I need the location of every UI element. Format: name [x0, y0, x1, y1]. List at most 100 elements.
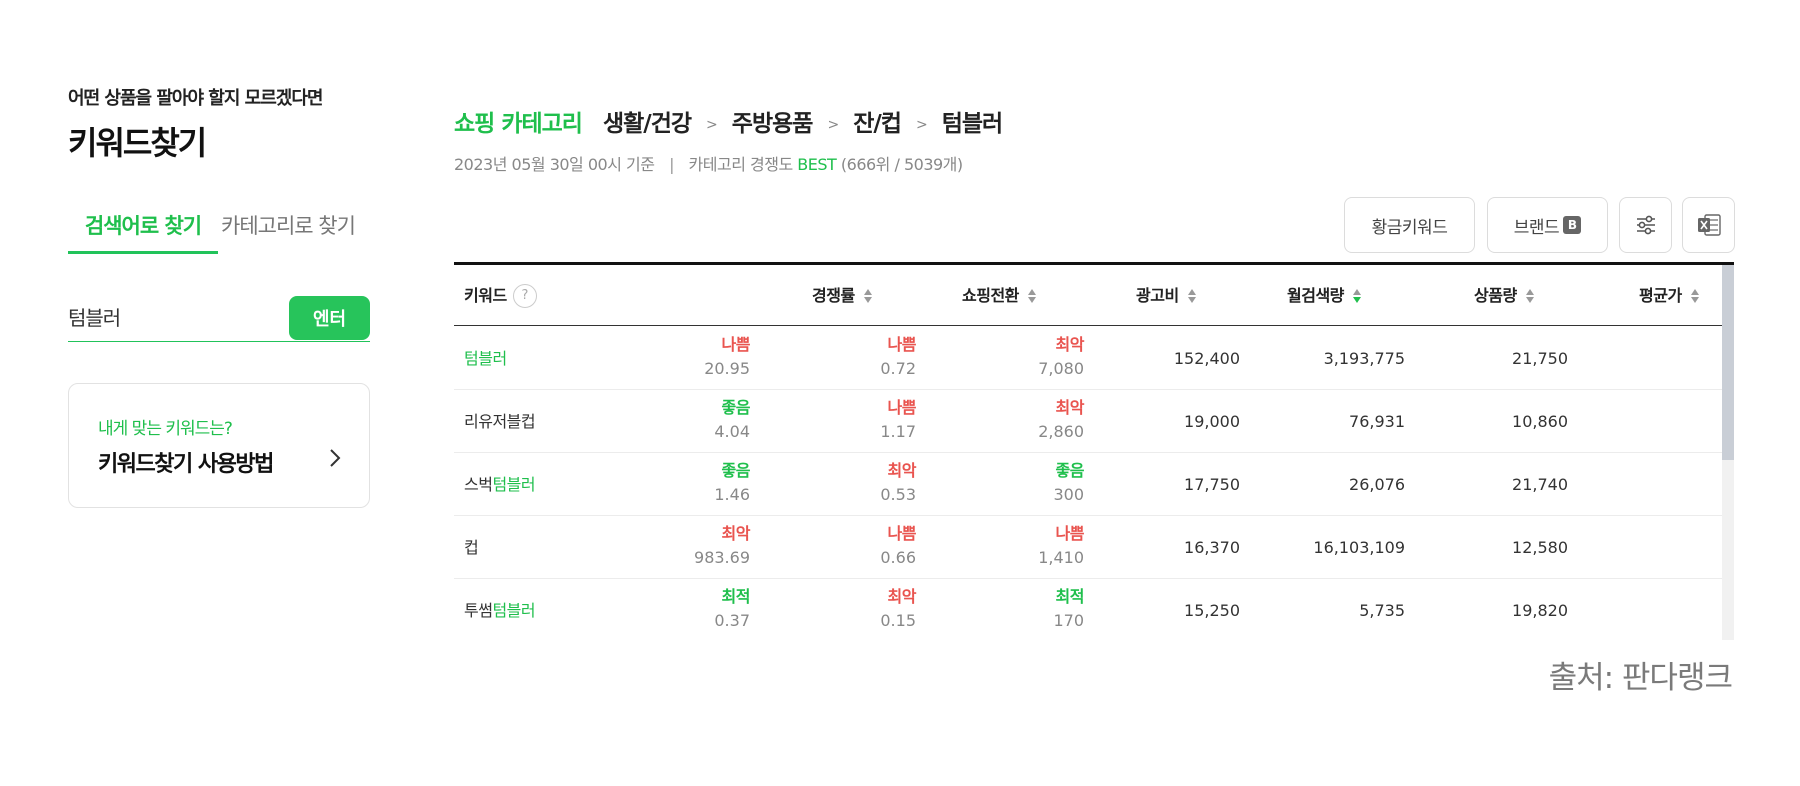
- ad-cost-value: 1,410: [1038, 548, 1084, 567]
- breadcrumb-item[interactable]: 생활/건강: [603, 111, 692, 137]
- conversion-cell: 최악 0.15: [880, 579, 916, 640]
- table-row[interactable]: 스벅텀블러 좋음 1.46 최악 0.53 좋음 300 17,750 26,076 21,740: [454, 453, 1722, 516]
- guide-title: 키워드찾기 사용방법: [98, 452, 274, 477]
- competition-value: 983.69: [694, 548, 750, 567]
- breadcrumb-separator: >: [827, 117, 839, 133]
- conversion-value: 0.66: [880, 548, 916, 567]
- header-monthly-search[interactable]: 월검색량: [1287, 265, 1362, 326]
- keyword-highlight: 텀블러: [492, 601, 536, 620]
- search-input[interactable]: [68, 296, 268, 336]
- conversion-value: 0.53: [880, 485, 916, 504]
- keyword-text: 투썸: [464, 601, 493, 620]
- keyword-text: 리유저블컵: [464, 412, 536, 431]
- breadcrumb-item[interactable]: 텀블러: [942, 111, 1003, 137]
- keyword-cell[interactable]: 투썸텀블러: [464, 579, 536, 640]
- ad-cost-cell: 나쁨 1,410: [1038, 516, 1084, 579]
- breadcrumb-item[interactable]: 잔/컵: [853, 111, 902, 137]
- avg-price-cell: 21,740: [1512, 475, 1568, 494]
- help-icon[interactable]: ?: [512, 283, 537, 308]
- keyword-highlight: 텀블러: [464, 349, 507, 368]
- header-competition-label: 경쟁률: [812, 286, 855, 305]
- competition-value: 20.95: [704, 359, 750, 378]
- sort-icon: [1690, 288, 1699, 303]
- competition-cell: 나쁨 20.95: [704, 327, 750, 390]
- competition-grade: 좋음: [721, 398, 751, 417]
- competition-cell: 최악 983.69: [694, 516, 750, 579]
- golden-keyword-button[interactable]: 황금키워드: [1344, 197, 1475, 253]
- monthly-search-cell: 17,750: [1184, 475, 1240, 494]
- brand-badge-icon: B: [1563, 216, 1582, 234]
- ad-cost-value: 170: [1053, 611, 1084, 630]
- conversion-cell: 나쁨 0.72: [880, 327, 916, 390]
- conversion-cell: 나쁨 1.17: [880, 390, 916, 453]
- header-ad-cost[interactable]: 광고비: [1136, 265, 1197, 326]
- page-title: 키워드찾기: [68, 124, 207, 162]
- ad-cost-value: 7,080: [1038, 359, 1084, 378]
- breadcrumb-separator: >: [706, 117, 718, 133]
- excel-export-button[interactable]: [1682, 197, 1735, 253]
- product-count-cell: 76,931: [1349, 412, 1405, 431]
- product-count-cell: 26,076: [1349, 475, 1405, 494]
- keyword-table: 키워드? 경쟁률 쇼핑전환 광고비 월검색량 상품량 평균가 텀블러 나쁨 20.9…: [454, 262, 1734, 640]
- header-monthly-search-label: 월검색량: [1287, 286, 1344, 305]
- keyword-highlight: 텀블러: [492, 475, 536, 494]
- product-count-cell: 5,735: [1359, 601, 1405, 620]
- scrollbar-thumb[interactable]: [1722, 265, 1734, 460]
- brand-button-label: 브랜드: [1513, 217, 1560, 238]
- keyword-cell[interactable]: 스벅텀블러: [464, 453, 536, 516]
- sort-icon: [1027, 288, 1036, 303]
- header-product-count-label: 상품량: [1474, 286, 1517, 305]
- monthly-search-cell: 152,400: [1173, 349, 1240, 368]
- ad-cost-grade: 최악: [1055, 335, 1085, 354]
- competition-rank: (666위 / 5039개): [840, 155, 963, 174]
- header-avg-price[interactable]: 평균가: [1639, 265, 1700, 326]
- table-row[interactable]: 텀블러 나쁨 20.95 나쁨 0.72 최악 7,080 152,400 3,193,775 2…: [454, 327, 1722, 390]
- keyword-text: 컵: [464, 538, 479, 557]
- keyword-cell[interactable]: 리유저블컵: [464, 390, 536, 453]
- conversion-grade: 나쁨: [887, 335, 917, 354]
- breadcrumb-item[interactable]: 주방용품: [732, 111, 814, 137]
- table-row[interactable]: 컵 최악 983.69 나쁨 0.66 나쁨 1,410 16,370 16,103,109 12…: [454, 516, 1722, 579]
- breadcrumb-root[interactable]: 쇼핑 카테고리: [454, 111, 583, 137]
- keyword-cell[interactable]: 컵: [464, 516, 479, 579]
- keyword-text: 스벅: [464, 475, 493, 494]
- sort-icon: [863, 288, 872, 303]
- sliders-icon: [1636, 215, 1655, 235]
- meta-divider: |: [669, 155, 674, 174]
- brand-button[interactable]: 브랜드 B: [1487, 197, 1608, 253]
- ad-cost-grade: 나쁨: [1055, 524, 1085, 543]
- conversion-grade: 나쁨: [887, 524, 917, 543]
- header-keyword: 키워드?: [464, 265, 537, 326]
- conversion-grade: 최악: [887, 461, 917, 480]
- competition-grade: 좋음: [721, 461, 751, 480]
- competition-cell: 좋음 1.46: [714, 453, 750, 516]
- usage-guide-card[interactable]: 내게 맞는 키워드는? 키워드찾기 사용방법: [68, 383, 370, 508]
- filter-settings-button[interactable]: [1619, 197, 1672, 253]
- competition-grade: BEST: [797, 155, 837, 174]
- keyword-cell[interactable]: 텀블러: [464, 327, 507, 390]
- header-avg-price-label: 평균가: [1639, 286, 1682, 305]
- product-count-cell: 16,103,109: [1313, 538, 1405, 557]
- breadcrumb-separator: >: [915, 117, 928, 133]
- excel-icon: [1697, 214, 1721, 236]
- sort-icon: [1187, 288, 1196, 303]
- header-conversion[interactable]: 쇼핑전환: [962, 265, 1037, 326]
- tagline: 어떤 상품을 팔아야 할지 모르겠다면: [68, 88, 323, 109]
- conversion-grade: 나쁨: [887, 398, 917, 417]
- table-row[interactable]: 투썸텀블러 최적 0.37 최악 0.15 최적 170 15,250 5,735 19,820: [454, 579, 1722, 640]
- monthly-search-cell: 15,250: [1184, 601, 1240, 620]
- competition-grade: 최악: [721, 524, 751, 543]
- header-product-count[interactable]: 상품량: [1474, 265, 1535, 326]
- monthly-search-cell: 16,370: [1184, 538, 1240, 557]
- sort-desc-active-icon: [1352, 288, 1361, 303]
- header-competition[interactable]: 경쟁률: [812, 265, 873, 326]
- table-scrollbar[interactable]: [1722, 265, 1734, 640]
- ad-cost-cell: 최적 170: [1053, 579, 1084, 640]
- ad-cost-grade: 좋음: [1055, 461, 1085, 480]
- header-keyword-label: 키워드: [464, 286, 507, 305]
- table-row[interactable]: 리유저블컵 좋음 4.04 나쁨 1.17 최악 2,860 19,000 76,931 10,8…: [454, 390, 1722, 453]
- enter-button[interactable]: 엔터: [289, 296, 370, 340]
- left-panel: 어떤 상품을 팔아야 할지 모르겠다면 키워드찾기 검색어로 찾기 카테고리로 …: [68, 84, 370, 508]
- monthly-search-cell: 19,000: [1184, 412, 1240, 431]
- data-date: 2023년 05월 30일 00시 기준: [454, 155, 655, 174]
